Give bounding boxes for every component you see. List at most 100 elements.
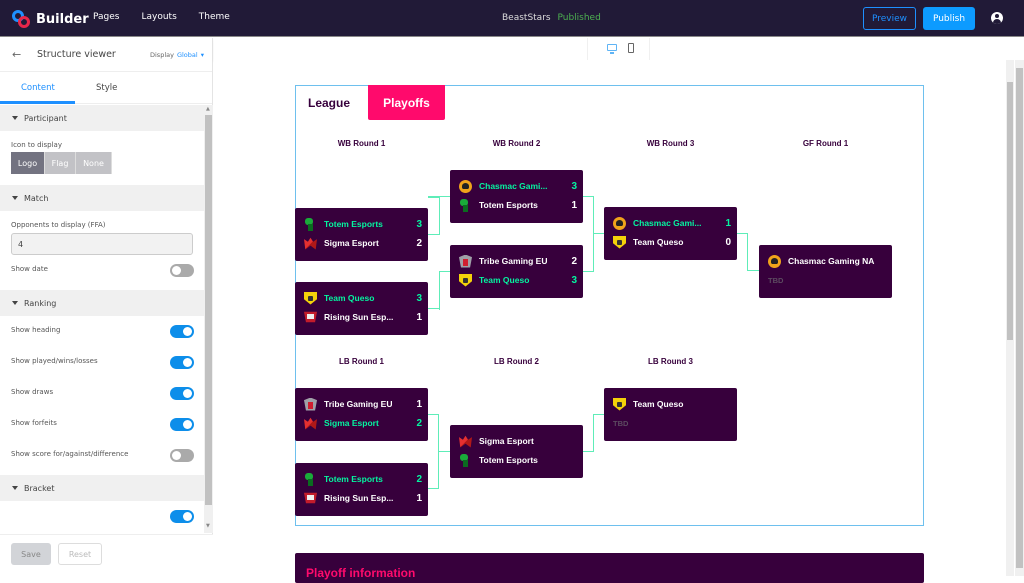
nav-layouts[interactable]: Layouts	[141, 12, 176, 22]
sidebar-footer: Save Reset	[0, 534, 213, 576]
save-button[interactable]: Save	[11, 543, 51, 565]
show-played-toggle[interactable]	[170, 356, 194, 369]
section-ranking[interactable]: Ranking	[0, 290, 204, 316]
participant-row: Chasmac Gami... 3	[459, 178, 577, 194]
show-draws-toggle[interactable]	[170, 387, 194, 400]
round-label: LB Round 1	[339, 357, 384, 366]
tab-playoffs[interactable]: Playoffs	[368, 85, 445, 120]
show-date-toggle[interactable]	[170, 264, 194, 277]
bracket-connector	[428, 271, 439, 309]
option-flag[interactable]: Flag	[45, 152, 76, 174]
match-card[interactable]: Team Queso TBD	[604, 388, 737, 441]
tab-league[interactable]: League	[308, 96, 350, 110]
participant-score: 3	[416, 218, 422, 230]
toggle-row: Show played/wins/losses	[0, 347, 204, 378]
scrollbar-thumb[interactable]	[1007, 82, 1013, 340]
device-toolbar	[214, 38, 1024, 60]
round-label: WB Round 3	[646, 139, 695, 148]
queso-logo-icon	[459, 273, 472, 287]
participant-row: Chasmac Gami... 1	[613, 215, 731, 231]
display-value[interactable]: Global	[177, 51, 198, 59]
show-forfeits-toggle[interactable]	[170, 418, 194, 431]
page-scrollbar[interactable]	[1015, 60, 1024, 576]
sigma-logo-icon	[304, 237, 317, 250]
option-none[interactable]: None	[76, 152, 112, 174]
participant-score: 1	[416, 398, 422, 410]
participant-name: Chasmac Gaming NA	[788, 256, 875, 266]
opponents-label: Opponents to display (FFA)	[11, 221, 106, 229]
publish-button[interactable]: Publish	[923, 7, 975, 30]
participant-score: 2	[571, 255, 577, 267]
participant-score: 3	[416, 292, 422, 304]
match-card[interactable]: Totem Esports 3 Sigma Esport 2	[295, 208, 428, 261]
participant-row: Team Queso 0	[613, 234, 731, 250]
nav-theme[interactable]: Theme	[199, 12, 230, 22]
match-card[interactable]: Chasmac Gami... 3 Totem Esports 1	[450, 170, 583, 223]
sidebar-scrollbar[interactable]: ▲ ▼	[204, 105, 213, 533]
builder-logo[interactable]: Builder	[12, 10, 89, 28]
match-card[interactable]: Tribe Gaming EU 1 Sigma Esport 2	[295, 388, 428, 441]
reset-button[interactable]: Reset	[58, 543, 102, 565]
totem-logo-icon	[304, 472, 317, 486]
show-score-toggle[interactable]	[170, 449, 194, 462]
nav-pages[interactable]: Pages	[93, 12, 119, 22]
option-logo[interactable]: Logo	[11, 152, 45, 174]
participant-name: Tribe Gaming EU	[479, 256, 548, 266]
bracket-connector	[428, 187, 450, 188]
participant-score: 1	[416, 492, 422, 504]
section-bracket[interactable]: Bracket	[0, 475, 204, 501]
device-switcher	[587, 38, 650, 60]
match-card[interactable]: Chasmac Gami... 1 Team Queso 0	[604, 207, 737, 260]
match-card[interactable]: Chasmac Gaming NA TBD	[759, 245, 892, 298]
sidebar-title: Structure viewer	[37, 49, 116, 60]
participant-name: Sigma Esport	[324, 238, 379, 248]
participant-name: Rising Sun Esp...	[324, 312, 394, 322]
back-arrow-icon[interactable]: ←	[12, 48, 21, 61]
participant-name: Chasmac Gami...	[633, 218, 702, 228]
display-selector[interactable]: Display Global ▾	[150, 51, 204, 59]
match-card[interactable]: Totem Esports 2 Rising Sun Esp... 1	[295, 463, 428, 516]
participant-name: Team Queso	[633, 399, 684, 409]
show-heading-toggle[interactable]	[170, 325, 194, 338]
bracket-connector	[439, 271, 450, 310]
user-account-icon[interactable]	[991, 12, 1003, 24]
section-participant[interactable]: Participant	[0, 105, 204, 131]
participant-score: 2	[416, 237, 422, 249]
participant-name: Team Queso	[633, 237, 684, 247]
section-match[interactable]: Match	[0, 185, 204, 211]
scrollbar-thumb[interactable]	[1016, 68, 1023, 568]
chasmac-logo-icon	[768, 254, 781, 268]
caret-down-icon: ▾	[200, 51, 204, 59]
queso-logo-icon	[613, 397, 626, 411]
bracket-toggle[interactable]	[170, 510, 194, 523]
participant-name: Chasmac Gami...	[479, 181, 548, 191]
sidebar-tabs: Content Style	[0, 72, 212, 104]
participant-row: Sigma Esport	[459, 433, 577, 449]
active-tab-indicator	[0, 101, 75, 104]
opponents-input[interactable]: 4	[11, 233, 193, 255]
participant-name: TBD	[768, 275, 784, 285]
preview-button[interactable]: Preview	[863, 7, 916, 30]
toggle-label: Show played/wins/losses	[11, 357, 98, 365]
tab-content[interactable]: Content	[21, 83, 55, 93]
bracket-connector	[428, 451, 439, 489]
scrollbar-thumb[interactable]	[205, 115, 212, 505]
section-title: Match	[24, 193, 49, 203]
chasmac-logo-icon	[613, 216, 626, 230]
section-title: Participant	[24, 113, 67, 123]
tab-style[interactable]: Style	[96, 83, 117, 93]
main-nav: Pages Layouts Theme	[93, 12, 252, 22]
bracket-connector	[428, 196, 439, 198]
desktop-icon[interactable]	[607, 44, 617, 54]
participant-score: 2	[416, 473, 422, 485]
scroll-down-icon[interactable]: ▼	[206, 523, 210, 529]
scroll-up-icon[interactable]: ▲	[206, 106, 210, 112]
round-label: GF Round 1	[802, 139, 849, 148]
match-card[interactable]: Tribe Gaming EU 2 Team Queso 3	[450, 245, 583, 298]
show-date-label: Show date	[11, 265, 48, 273]
preview-scrollbar[interactable]	[1006, 60, 1014, 576]
match-card[interactable]: Team Queso 3 Rising Sun Esp... 1	[295, 282, 428, 335]
mobile-icon[interactable]	[628, 43, 634, 53]
participant-row: Chasmac Gaming NA	[768, 253, 886, 269]
match-card[interactable]: Sigma Esport Totem Esports	[450, 425, 583, 478]
